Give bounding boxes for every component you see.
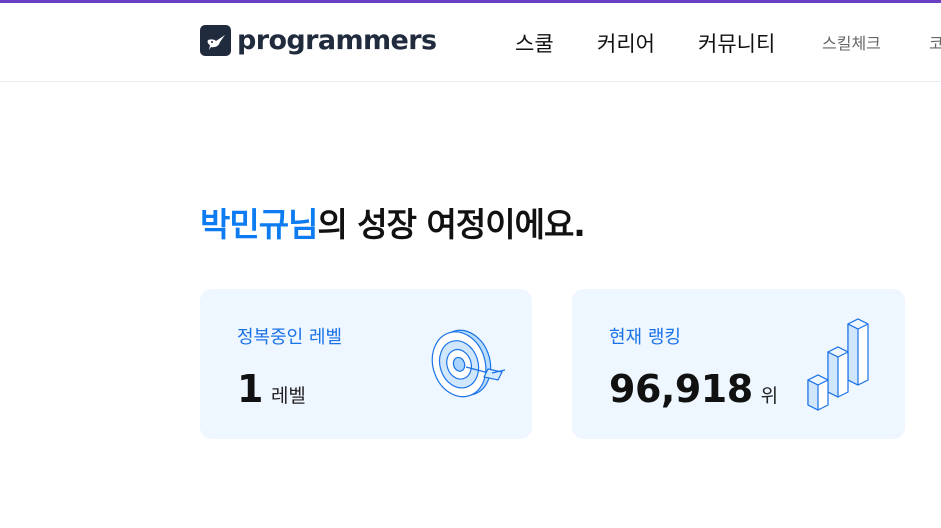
level-unit: 레벨 (270, 385, 306, 407)
ranking-unit: 위 (760, 385, 779, 407)
level-card: 정복중인 레벨 1 레벨 (200, 289, 532, 439)
level-card-label: 정복중인 레벨 (237, 327, 343, 348)
bar-chart-icon (806, 318, 872, 412)
nav-item-school[interactable]: 스쿨 (515, 28, 554, 60)
user-name: 박민규님 (200, 205, 318, 244)
page-title: 박민규님의 성장 여정이에요. (200, 202, 586, 248)
ranking-card: 현재 랭킹 96,918 위 (572, 289, 905, 439)
nav-item-career[interactable]: 커리어 (597, 28, 655, 60)
logo-text: programmers (237, 25, 437, 56)
level-number: 1 (237, 367, 263, 411)
ranking-value: 96,918 위 (609, 365, 778, 420)
ranking-card-label: 현재 랭킹 (609, 327, 681, 348)
nav-item-skill-check[interactable]: 스킬체크 (822, 28, 881, 60)
nav-item-truncated[interactable]: 코 (929, 28, 941, 60)
nav-item-community[interactable]: 커뮤니티 (698, 28, 775, 60)
page-title-rest: 의 성장 여정이에요. (317, 205, 585, 244)
logo[interactable]: programmers (200, 25, 437, 56)
target-icon (426, 327, 510, 401)
hummingbird-icon (200, 25, 231, 56)
level-value: 1 레벨 (237, 365, 306, 420)
ranking-number: 96,918 (609, 367, 753, 411)
header: programmers 스쿨 커리어 커뮤니티 스킬체크 코 (0, 3, 941, 82)
